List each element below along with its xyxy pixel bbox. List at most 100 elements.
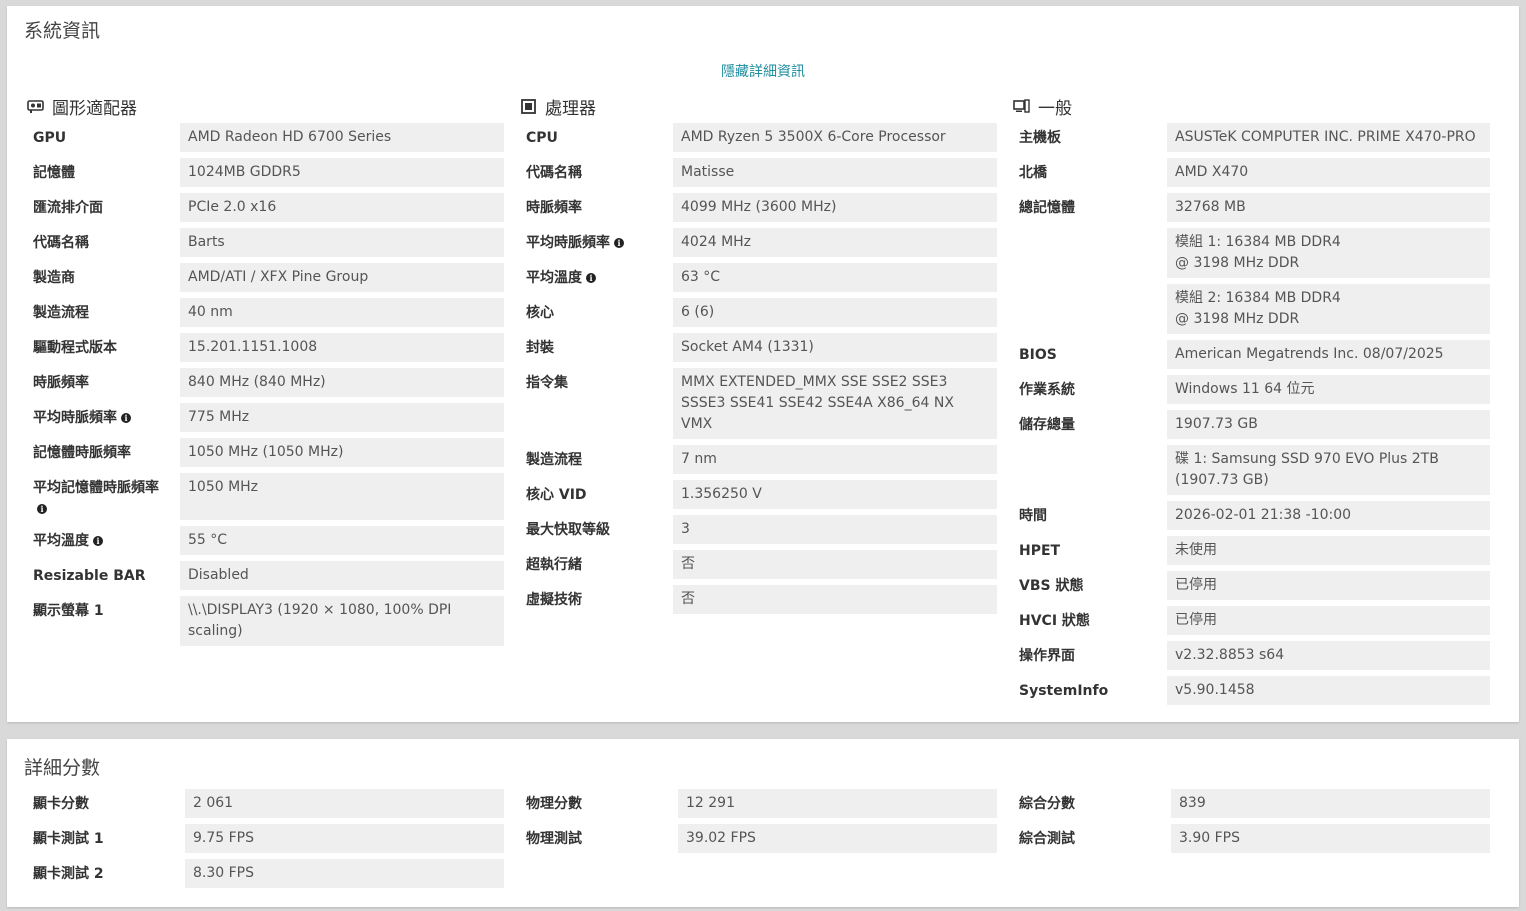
row-label: 時間 — [1011, 501, 1167, 530]
row-label-text: 作業系統 — [1019, 382, 1075, 398]
row-value: 3.90 FPS — [1171, 824, 1490, 853]
row-value: 55 °C — [180, 526, 504, 555]
row-label: 記憶體 — [25, 158, 180, 187]
row-value: 32768 MB — [1167, 193, 1490, 222]
info-row: Resizable BAR Disabled — [25, 561, 505, 590]
row-label-text: 虛擬技術 — [526, 592, 582, 608]
row-label: 主機板 — [1011, 123, 1167, 152]
info-row: 記憶體時脈頻率 1050 MHz (1050 MHz) — [25, 438, 505, 467]
row-value: AMD/ATI / XFX Pine Group — [180, 263, 504, 292]
row-label — [1011, 228, 1167, 278]
physics-score-rows: 物理分數 12 291 物理測試 39.02 FPS — [518, 789, 998, 853]
computer-icon — [1013, 99, 1030, 113]
info-icon[interactable]: i — [614, 238, 624, 248]
row-label: 顯卡測試 2 — [25, 859, 185, 888]
row-label-text: 顯卡測試 1 — [33, 831, 104, 847]
info-icon[interactable]: i — [93, 536, 103, 546]
row-label-text: 時脈頻率 — [526, 200, 582, 216]
row-label-text: VBS 狀態 — [1019, 578, 1084, 594]
info-row: 核心 VID 1.356250 V — [518, 480, 998, 509]
row-value: v2.32.8853 s64 — [1167, 641, 1490, 670]
panel-title: 系統資訊 — [24, 20, 101, 42]
row-label: 製造流程 — [518, 445, 673, 474]
row-label-text: SystemInfo — [1019, 683, 1109, 699]
row-label-text: 代碼名稱 — [33, 235, 89, 251]
row-label: 製造商 — [25, 263, 180, 292]
row-label-text: 平均記憶體時脈頻率 — [33, 480, 159, 496]
graphics-score-rows: 顯卡分數 2 061 顯卡測試 1 9.75 FPS 顯卡測試 2 8.30 FPS — [25, 789, 505, 888]
row-value: MMX EXTENDED_MMX SSE SSE2 SSE3 SSSE3 SSE… — [673, 368, 997, 439]
info-row: 平均溫度 i 55 °C — [25, 526, 505, 555]
row-label: 時脈頻率 — [518, 193, 673, 222]
row-value: 15.201.1151.1008 — [180, 333, 504, 362]
row-label: 顯卡分數 — [25, 789, 185, 818]
row-value: ASUSTeK COMPUTER INC. PRIME X470-PRO — [1167, 123, 1490, 152]
gpu-column: 圖形適配器 GPU AMD Radeon HD 6700 Series 記憶體 102… — [25, 94, 505, 652]
general-column: 一般 主機板 ASUSTeK COMPUTER INC. PRIME X470-P… — [1011, 94, 1491, 711]
info-row: 時脈頻率 840 MHz (840 MHz) — [25, 368, 505, 397]
info-row: 顯卡測試 1 9.75 FPS — [25, 824, 505, 853]
system-info-panel: 系統資訊 隱藏詳細資訊 圖形適配器 GPU AMD Radeon HD 6700 … — [7, 6, 1519, 722]
info-icon[interactable]: i — [121, 413, 131, 423]
cpu-heading: 處理器 — [520, 94, 998, 119]
row-label: 代碼名稱 — [25, 228, 180, 257]
info-row: 操作界面 v2.32.8853 s64 — [1011, 641, 1491, 670]
row-label-text: BIOS — [1019, 347, 1057, 363]
row-label: 北橋 — [1011, 158, 1167, 187]
info-icon[interactable]: i — [586, 273, 596, 283]
row-label-text: HVCI 狀態 — [1019, 613, 1090, 629]
row-label: GPU — [25, 123, 180, 152]
info-row: 匯流排介面 PCIe 2.0 x16 — [25, 193, 505, 222]
row-label-text: 核心 VID — [526, 487, 587, 503]
physics-scores-column: 物理分數 12 291 物理測試 39.02 FPS — [518, 789, 998, 859]
info-icon[interactable]: i — [37, 504, 47, 514]
row-label: 綜合測試 — [1011, 824, 1171, 853]
info-row: HPET 未使用 — [1011, 536, 1491, 565]
row-label-text: 儲存總量 — [1019, 417, 1075, 433]
graphics-scores-column: 顯卡分數 2 061 顯卡測試 1 9.75 FPS 顯卡測試 2 8.30 FPS — [25, 789, 505, 894]
row-value: 39.02 FPS — [678, 824, 997, 853]
row-label: 核心 — [518, 298, 673, 327]
row-label: 顯示螢幕 1 — [25, 596, 180, 646]
info-row: 製造流程 40 nm — [25, 298, 505, 327]
row-value: Socket AM4 (1331) — [673, 333, 997, 362]
row-label-text: 製造流程 — [526, 452, 582, 468]
info-row: 顯卡分數 2 061 — [25, 789, 505, 818]
row-value: 8.30 FPS — [185, 859, 504, 888]
row-value: 2026-02-01 21:38 -10:00 — [1167, 501, 1490, 530]
row-value: 4099 MHz (3600 MHz) — [673, 193, 997, 222]
row-label: 時脈頻率 — [25, 368, 180, 397]
row-value: 否 — [673, 585, 997, 614]
info-row: 最大快取等級 3 — [518, 515, 998, 544]
info-row: 製造流程 7 nm — [518, 445, 998, 474]
row-label: 代碼名稱 — [518, 158, 673, 187]
row-label-text: 時間 — [1019, 508, 1047, 524]
row-label-text: 綜合分數 — [1019, 796, 1075, 812]
row-label: 虛擬技術 — [518, 585, 673, 614]
row-label: 綜合分數 — [1011, 789, 1171, 818]
info-row: 平均溫度 i 63 °C — [518, 263, 998, 292]
row-label-text: 北橋 — [1019, 165, 1047, 181]
graphics-card-icon — [27, 99, 44, 113]
row-label-text: 平均時脈頻率 — [526, 235, 610, 251]
row-label-text: 最大快取等級 — [526, 522, 610, 538]
row-value: 已停用 — [1167, 606, 1490, 635]
info-row: 代碼名稱 Barts — [25, 228, 505, 257]
row-label: 顯卡測試 1 — [25, 824, 185, 853]
row-label: Resizable BAR — [25, 561, 180, 590]
row-label-text: 顯示螢幕 1 — [33, 603, 104, 619]
cpu-column: 處理器 CPU AMD Ryzen 5 3500X 6-Core Processo… — [518, 94, 998, 620]
processor-icon — [520, 98, 537, 114]
row-label — [1011, 445, 1167, 495]
row-value: 40 nm — [180, 298, 504, 327]
hide-details-link[interactable]: 隱藏詳細資訊 — [7, 61, 1519, 81]
row-value: 1050 MHz — [180, 473, 504, 520]
row-label-text: 顯卡測試 2 — [33, 866, 104, 882]
info-row: 作業系統 Windows 11 64 位元 — [1011, 375, 1491, 404]
row-label: 總記憶體 — [1011, 193, 1167, 222]
row-label-text: 總記憶體 — [1019, 200, 1075, 216]
row-value: 未使用 — [1167, 536, 1490, 565]
info-row: 儲存總量 1907.73 GB — [1011, 410, 1491, 439]
row-value: 已停用 — [1167, 571, 1490, 600]
row-label-text: 主機板 — [1019, 130, 1061, 146]
